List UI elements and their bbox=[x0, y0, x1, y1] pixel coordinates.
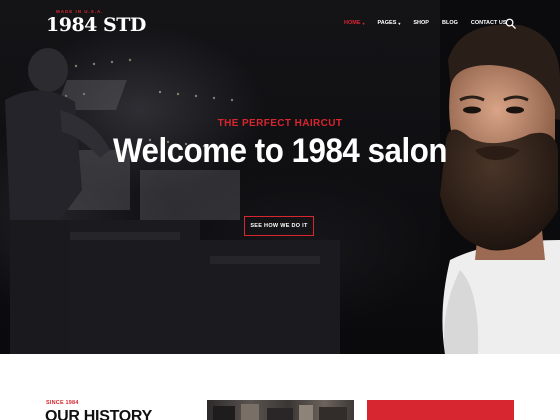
nav-item-shop[interactable]: SHOP bbox=[413, 20, 429, 26]
hero-title: Welcome to 1984 salon bbox=[113, 132, 447, 170]
history-title: OUR HISTORY bbox=[45, 408, 152, 420]
nav-item-label: HOME bbox=[344, 20, 361, 26]
site-header: MADE IN U.S.A. 1984 STD HOME ▾ PAGES ▾ S… bbox=[0, 0, 560, 50]
nav-item-home[interactable]: HOME ▾ bbox=[344, 20, 365, 26]
nav-item-contact-us[interactable]: CONTACT US bbox=[471, 20, 507, 26]
salon-interior-image bbox=[207, 400, 354, 420]
history-section-background bbox=[0, 354, 560, 420]
promo-card bbox=[367, 400, 514, 420]
main-nav: HOME ▾ PAGES ▾ SHOP BLOG CONTACT US bbox=[344, 20, 507, 26]
site-logo[interactable]: MADE IN U.S.A. 1984 STD bbox=[46, 9, 146, 39]
page: THE PERFECT HAIRCUT Welcome to 1984 salo… bbox=[0, 0, 560, 420]
barber-silhouette-image bbox=[5, 48, 110, 354]
nav-item-pages[interactable]: PAGES ▾ bbox=[378, 20, 401, 26]
hero-section: THE PERFECT HAIRCUT Welcome to 1984 salo… bbox=[0, 0, 560, 354]
logo-wordmark: 1984 STD bbox=[46, 14, 146, 36]
salon-interior-illustration bbox=[213, 404, 347, 420]
nav-item-label: CONTACT US bbox=[470, 20, 507, 26]
search-icon[interactable] bbox=[505, 18, 516, 29]
since-label: SINCE 1984 bbox=[46, 400, 79, 406]
nav-item-label: SHOP bbox=[413, 20, 429, 26]
chevron-down-icon: ▾ bbox=[398, 20, 401, 26]
hero-tagline: THE PERFECT HAIRCUT bbox=[217, 118, 343, 129]
nav-item-label: PAGES bbox=[377, 20, 397, 26]
bearded-man-image bbox=[440, 24, 560, 354]
nav-item-label: BLOG bbox=[441, 20, 458, 26]
see-how-we-do-it-button[interactable]: SEE HOW WE DO IT bbox=[244, 216, 314, 236]
chevron-down-icon: ▾ bbox=[362, 20, 365, 26]
nav-item-blog[interactable]: BLOG bbox=[442, 20, 458, 26]
